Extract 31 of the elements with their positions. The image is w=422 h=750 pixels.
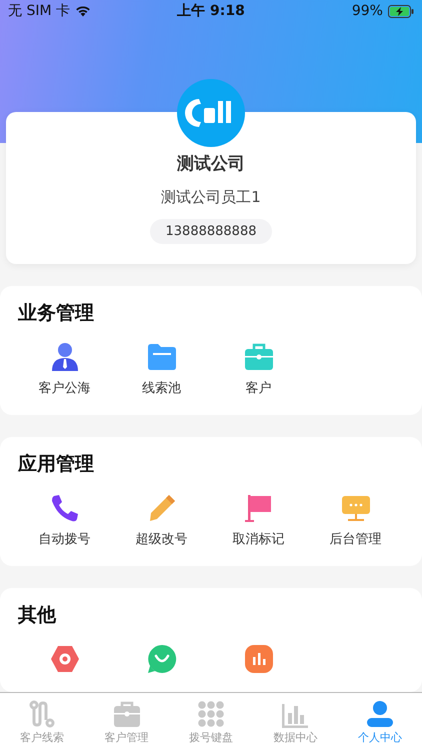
menu-item-label[interactable]: 客户 <box>246 379 272 397</box>
route-icon <box>28 700 56 728</box>
menu-item-label[interactable]: 取消标记 <box>232 530 284 548</box>
menu-item-label[interactable]: 超级改号 <box>136 530 188 548</box>
phone-number: 13888888888 <box>150 219 272 244</box>
section-title: 业务管理 <box>17 301 95 326</box>
clock-time: 上午 9:18 <box>177 2 245 20</box>
battery-percent: 99% <box>352 3 383 19</box>
menu-item-label[interactable]: 线索池 <box>142 379 181 397</box>
keypad-icon <box>197 700 226 728</box>
menu-item-label[interactable]: 后台管理 <box>330 530 382 548</box>
wifi-icon <box>75 5 91 17</box>
briefcase-icon[interactable] <box>244 342 274 372</box>
company-name: 测试公司 <box>177 153 245 175</box>
person-icon <box>366 700 394 728</box>
settings-icon[interactable] <box>50 644 80 674</box>
section-title: 其他 <box>17 603 58 628</box>
section-title: 应用管理 <box>16 452 95 477</box>
flag-icon[interactable] <box>244 493 274 523</box>
menu-item-label[interactable]: 客户公海 <box>38 379 90 397</box>
monitor-icon[interactable] <box>340 493 370 523</box>
battery-charging-icon <box>388 4 414 18</box>
chart-icon[interactable] <box>244 644 274 674</box>
menu-item-label[interactable]: 自动拨号 <box>38 530 90 548</box>
employee-name: 测试公司员工1 <box>161 188 261 207</box>
carrier-text: 无 SIM 卡 <box>8 2 70 20</box>
phone-icon[interactable] <box>50 493 80 523</box>
chat-icon[interactable] <box>146 644 176 674</box>
folder-icon[interactable] <box>146 342 176 372</box>
person-icon[interactable] <box>50 342 80 372</box>
briefcase-icon <box>112 700 141 728</box>
